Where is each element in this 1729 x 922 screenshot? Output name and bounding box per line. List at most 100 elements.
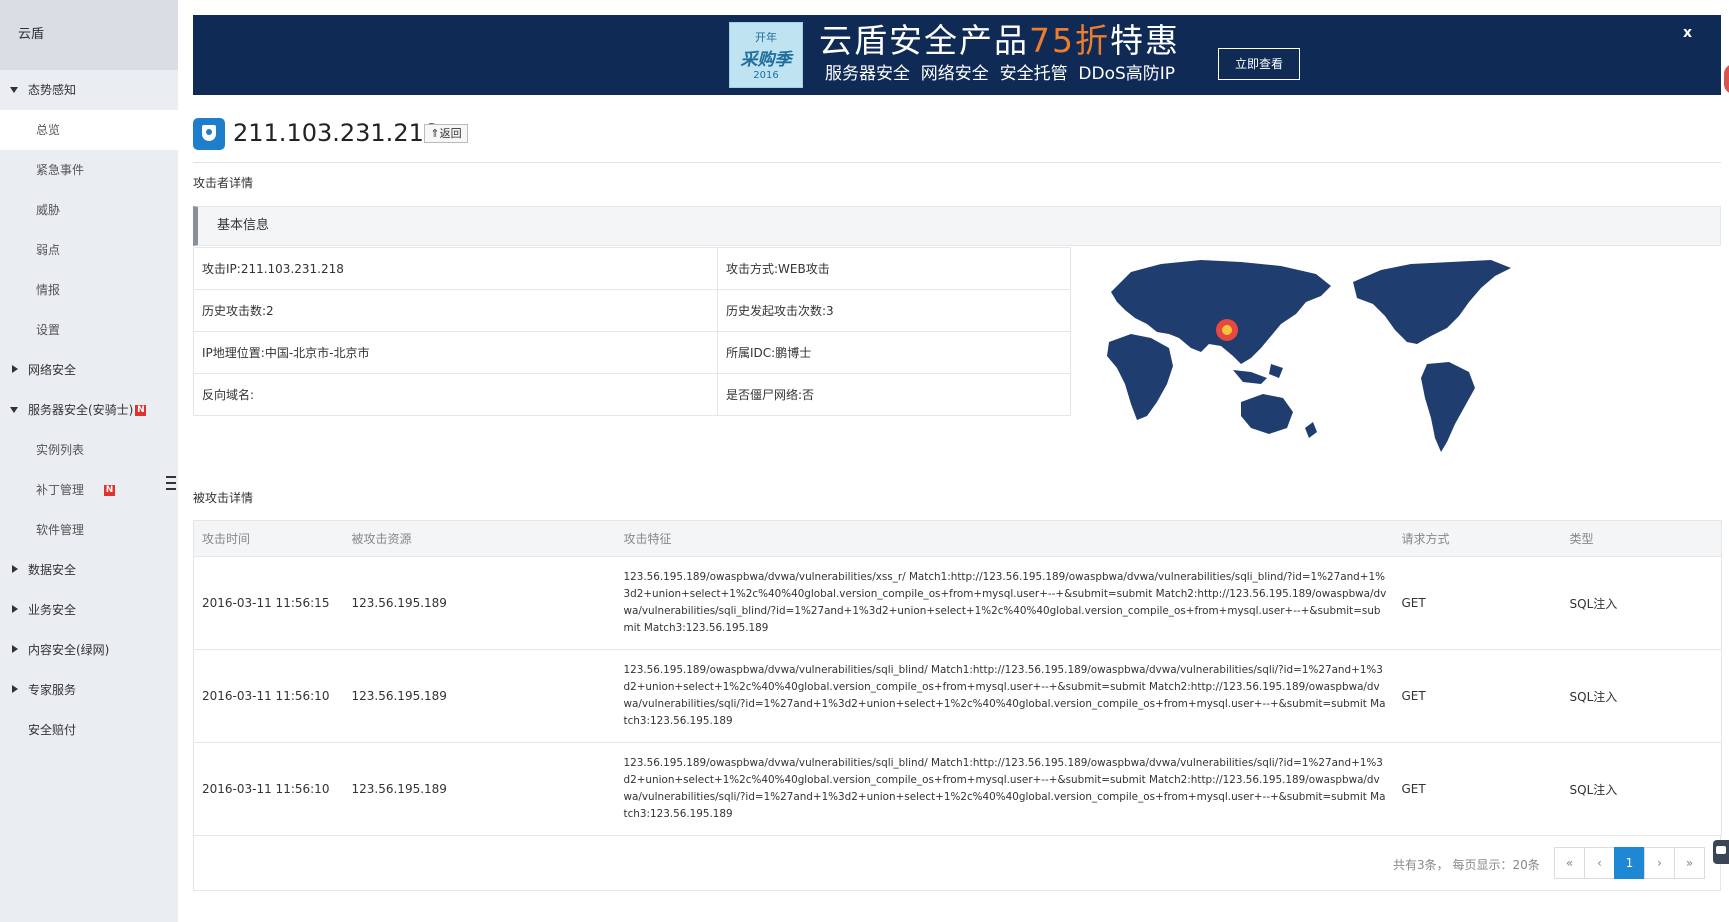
- nav-label: 情报: [36, 283, 61, 297]
- cell-signature: 123.56.195.189/owaspbwa/dvwa/vulnerabili…: [615, 742, 1394, 836]
- promo-logo: 开年 采购季 2016: [729, 22, 803, 88]
- nav-label: 总览: [36, 123, 61, 137]
- nz-shape: [1305, 422, 1317, 438]
- cell-method: GET: [1393, 742, 1562, 836]
- nav-data-security[interactable]: 数据安全: [0, 550, 178, 590]
- caret-right-icon: [10, 550, 20, 590]
- nav-label: 安全赔付: [28, 723, 77, 737]
- menu-icon-line: [166, 476, 176, 478]
- cell-type: SQL注入: [1561, 556, 1722, 650]
- map-land: [1107, 260, 1511, 452]
- basic-info-header: 基本信息: [193, 206, 1721, 246]
- promo-logo-line1: 开年: [755, 31, 777, 44]
- next-page-button[interactable]: ›: [1644, 847, 1675, 879]
- info-cell: 所属IDC:鹏博士: [717, 331, 1071, 374]
- cell-signature: 123.56.195.189/owaspbwa/dvwa/vulnerabili…: [615, 556, 1394, 650]
- nav-business-security[interactable]: 业务安全: [0, 590, 178, 630]
- sidebar-collapse-handle[interactable]: [162, 462, 178, 504]
- nav-label: 软件管理: [36, 523, 85, 537]
- promo-title: 云盾安全产品75折特惠: [819, 21, 1180, 61]
- sidebar-title: 云盾: [0, 0, 178, 70]
- chat-feedback-icon[interactable]: [1713, 840, 1729, 864]
- column-header-type: 类型: [1561, 520, 1722, 557]
- nav-intelligence[interactable]: 情报: [0, 270, 178, 310]
- cell-type: SQL注入: [1561, 649, 1722, 743]
- column-header-method: 请求方式: [1393, 520, 1562, 557]
- pagination-summary: 共有3条， 每页显示：20条: [1393, 858, 1540, 872]
- nav-label: 服务器安全(安骑士): [28, 403, 134, 417]
- nav-security-compensation[interactable]: 安全赔付: [0, 710, 178, 750]
- cell-time: 2016-03-11 11:56:15: [193, 556, 344, 650]
- caret-down-icon: [10, 70, 20, 110]
- nav-label: 态势感知: [28, 83, 77, 97]
- caret-right-icon: [10, 350, 20, 390]
- nav-threats[interactable]: 威胁: [0, 190, 178, 230]
- attacker-section-label: 攻击者详情: [193, 176, 254, 190]
- column-header-resource: 被攻击资源: [343, 520, 616, 557]
- promo-logo-line3: 2016: [753, 70, 779, 81]
- nav-label: 实例列表: [36, 443, 85, 457]
- menu-icon-line: [166, 488, 176, 490]
- nav-content-security[interactable]: 内容安全(绿网): [0, 630, 178, 670]
- caret-down-icon: [10, 390, 20, 430]
- cell-type: SQL注入: [1561, 742, 1722, 836]
- nav-label: 数据安全: [28, 563, 77, 577]
- back-button[interactable]: ⇑返回: [424, 124, 468, 143]
- divider: [193, 162, 1721, 163]
- nav-situational-awareness[interactable]: 态势感知: [0, 70, 178, 110]
- floating-widget[interactable]: [1724, 64, 1729, 94]
- nav-expert-services[interactable]: 专家服务: [0, 670, 178, 710]
- nav-label: 业务安全: [28, 603, 77, 617]
- info-row: IP地理位置:中国-北京市-北京市 所属IDC:鹏博士: [193, 331, 1071, 374]
- promo-title-suffix: 特惠: [1110, 21, 1180, 60]
- page-title: 211.103.231.218: [233, 119, 440, 147]
- close-icon[interactable]: x: [1683, 25, 1692, 41]
- promo-subtitle: 服务器安全 网络安全 安全托管 DDoS高防IP: [825, 64, 1176, 84]
- info-row: 历史攻击数:2 历史发起攻击次数:3: [193, 289, 1071, 332]
- promo-view-button[interactable]: 立即查看: [1218, 48, 1300, 80]
- menu-icon-line: [166, 482, 176, 484]
- nav-network-security[interactable]: 网络安全: [0, 350, 178, 390]
- pagination: « ‹ 1 › »: [1554, 847, 1705, 879]
- australia-shape: [1241, 394, 1293, 434]
- cell-signature: 123.56.195.189/owaspbwa/dvwa/vulnerabili…: [615, 649, 1394, 743]
- page-1-button[interactable]: 1: [1614, 847, 1645, 879]
- nav-overview[interactable]: 总览: [0, 110, 178, 150]
- island-shape: [1269, 364, 1283, 378]
- south-america-shape: [1421, 362, 1475, 452]
- table-row: 2016-03-11 11:56:10 123.56.195.189 123.5…: [193, 649, 1722, 743]
- table-row: 2016-03-11 11:56:15 123.56.195.189 123.5…: [193, 556, 1722, 650]
- nav-label: 内容安全(绿网): [28, 643, 110, 657]
- sidebar: 云盾 态势感知 总览 紧急事件 威胁 弱点 情报 设置 网络安全 服务器安全(安…: [0, 0, 178, 922]
- info-row: 反向域名: 是否僵尸网络:否: [193, 373, 1071, 416]
- nav-emergency-events[interactable]: 紧急事件: [0, 150, 178, 190]
- nav-server-security[interactable]: 服务器安全(安骑士) N: [0, 390, 178, 430]
- nav-instance-list[interactable]: 实例列表: [0, 430, 178, 470]
- new-badge: N: [104, 485, 116, 496]
- promo-banner[interactable]: 开年 采购季 2016 云盾安全产品75折特惠 服务器安全 网络安全 安全托管 …: [193, 15, 1721, 95]
- nav-settings[interactable]: 设置: [0, 310, 178, 350]
- attacked-section-label: 被攻击详情: [193, 491, 254, 505]
- nav-patch-management[interactable]: 补丁管理 N: [0, 470, 178, 510]
- last-page-button[interactable]: »: [1674, 847, 1705, 879]
- prev-page-button[interactable]: ‹: [1584, 847, 1615, 879]
- column-header-signature: 攻击特征: [615, 520, 1394, 557]
- nav-label: 威胁: [36, 203, 61, 217]
- cell-time: 2016-03-11 11:56:10: [193, 742, 344, 836]
- cell-resource: 123.56.195.189: [343, 556, 616, 650]
- island-shape: [1233, 370, 1267, 384]
- promo-title-accent: 75折: [1029, 21, 1110, 60]
- nav-weaknesses[interactable]: 弱点: [0, 230, 178, 270]
- shield-icon: [193, 118, 225, 150]
- info-cell: IP地理位置:中国-北京市-北京市: [193, 331, 718, 374]
- nav-software-management[interactable]: 软件管理: [0, 510, 178, 550]
- first-page-button[interactable]: «: [1554, 847, 1585, 879]
- promo-title-prefix: 云盾安全产品: [819, 21, 1029, 60]
- nav-label: 设置: [36, 323, 61, 337]
- nav-label: 补丁管理: [36, 483, 85, 497]
- column-header-time: 攻击时间: [193, 520, 344, 557]
- table-header-row: 攻击时间 被攻击资源 攻击特征 请求方式 类型: [193, 520, 1722, 557]
- basic-info-table: 攻击IP:211.103.231.218 攻击方式:WEB攻击 历史攻击数:2 …: [193, 247, 1071, 416]
- nav-label: 网络安全: [28, 363, 77, 377]
- caret-right-icon: [10, 670, 20, 710]
